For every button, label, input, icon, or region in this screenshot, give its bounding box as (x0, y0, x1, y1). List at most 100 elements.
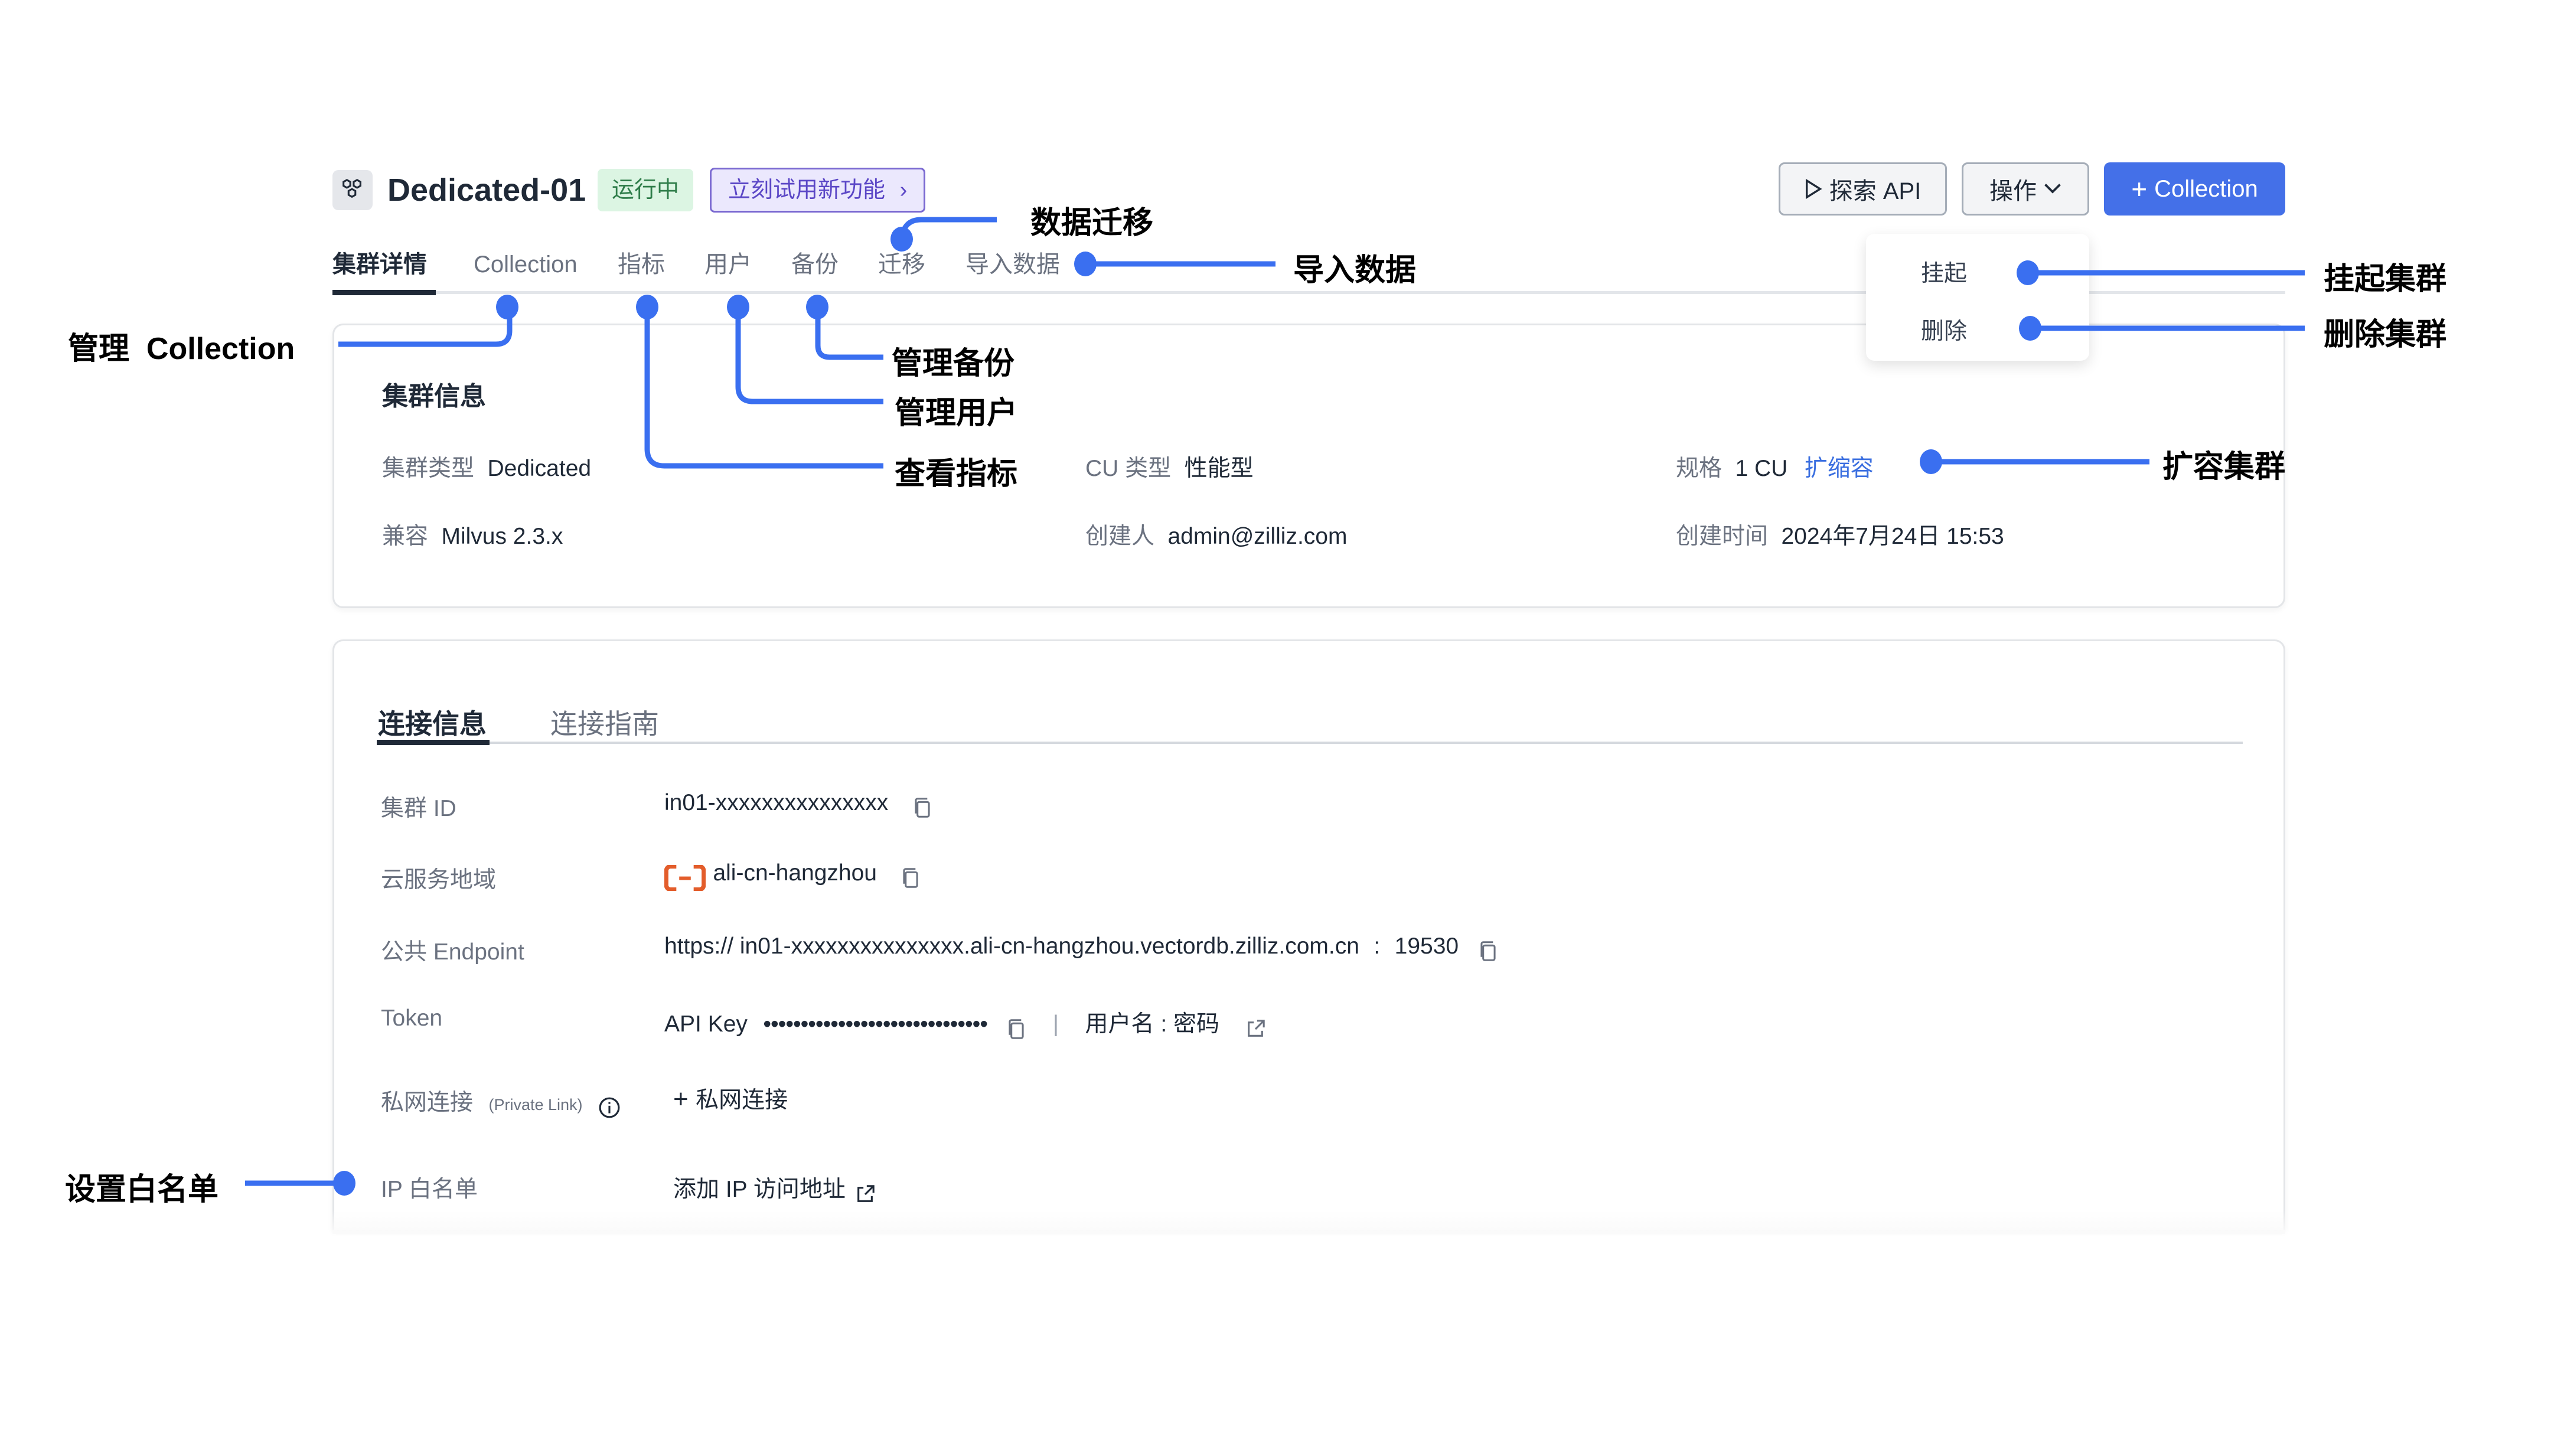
annotation-manage-collection: 管理 Collection (68, 332, 295, 366)
play-icon (1805, 179, 1822, 199)
annotation-view-metrics: 查看指标 (895, 457, 1018, 491)
field-value: Dedicated (487, 456, 592, 481)
private-link-label-group: 私网连接 (Private Link) (381, 1084, 621, 1119)
chevron-right-icon: › (899, 178, 908, 203)
try-new-feature-label: 立刻试用新功能 (728, 178, 886, 203)
field-value: 性能型 (1184, 456, 1254, 481)
endpoint-value: https:// in01-xxxxxxxxxxxxxxx.ali-cn-han… (664, 933, 1359, 959)
field-label: 兼容 (382, 524, 429, 549)
private-link-sublabel: (Private Link) (488, 1096, 583, 1114)
tab-collection[interactable]: Collection (474, 248, 578, 281)
annotation-manage-backup: 管理备份 (892, 347, 1015, 381)
external-link-icon (857, 1185, 875, 1202)
annotation-scale: 扩容集群 (2162, 450, 2286, 484)
cluster-id-row: in01-xxxxxxxxxxxxxxx (664, 790, 932, 818)
token-label: Token (381, 1006, 443, 1031)
actions-label: 操作 (1989, 178, 2037, 204)
region-label: 云服务地域 (381, 867, 497, 893)
annotation-import: 导入数据 (1293, 253, 1417, 288)
cluster-id-label: 集群 ID (381, 796, 456, 821)
region-value: ali-cn-hangzhou (713, 860, 877, 886)
region-row: ali-cn-hangzhou (664, 860, 921, 891)
copy-icon[interactable] (901, 867, 921, 889)
tab-users[interactable]: 用户 (704, 248, 752, 281)
field-label: 规格 (1676, 456, 1723, 481)
annotation-dot-backup (806, 295, 828, 319)
add-collection-button[interactable]: + Collection (2104, 162, 2285, 216)
scale-link[interactable]: 扩缩容 (1805, 456, 1874, 481)
annotation-dot-users (727, 295, 749, 319)
cluster-info-title: 集群信息 (382, 382, 486, 411)
private-link-label: 私网连接 (381, 1090, 474, 1115)
external-link-icon[interactable] (1245, 1019, 1265, 1039)
cluster-title: Dedicated-01 (387, 172, 586, 208)
explore-api-label: 探索 API (1829, 178, 1922, 204)
cluster-info-card (332, 324, 2285, 608)
tab-connection-guide[interactable]: 连接指南 (550, 703, 659, 742)
annotation-line-migrate (899, 217, 997, 240)
copy-icon[interactable] (1006, 1018, 1026, 1040)
field-value: admin@zilliz.com (1167, 524, 1348, 549)
aliyun-logo-icon (664, 864, 706, 891)
copy-icon[interactable] (912, 797, 932, 818)
plus-icon: + (673, 1085, 689, 1114)
api-key-label: API Key (664, 1011, 748, 1037)
annotation-migrate: 数据迁移 (1030, 206, 1154, 240)
add-ip-button[interactable]: 添加 IP 访问地址 (673, 1171, 875, 1204)
field-value: Milvus 2.3.x (441, 524, 563, 549)
user-pass-label[interactable]: 用户名 : 密码 (1085, 1011, 1219, 1037)
token-separator: | (1052, 1011, 1059, 1037)
field-cluster-type: 集群类型 Dedicated (382, 450, 591, 483)
annotation-dot-import (1074, 252, 1097, 276)
field-label: 创建时间 (1676, 524, 1769, 549)
field-compat: 兼容 Milvus 2.3.x (382, 518, 563, 551)
explore-api-button[interactable]: 探索 API (1779, 162, 1947, 216)
tab-connection-info[interactable]: 连接信息 (378, 703, 487, 742)
field-value: 1 CU (1735, 456, 1788, 481)
card-fade (332, 1210, 2285, 1234)
plus-icon: + (2131, 174, 2148, 204)
annotation-manage-users: 管理用户 (895, 396, 1018, 430)
annotation-suspend: 挂起集群 (2324, 262, 2447, 296)
field-label: CU 类型 (1085, 456, 1172, 481)
copy-icon[interactable] (1478, 941, 1498, 962)
tab-metrics[interactable]: 指标 (618, 248, 665, 281)
annotation-dot-collection (496, 295, 518, 319)
status-badge: 运行中 (598, 169, 694, 211)
actions-dropdown-button[interactable]: 操作 (1962, 162, 2089, 216)
try-new-feature-button[interactable]: 立刻试用新功能 › (710, 168, 926, 213)
field-cu-type: CU 类型 性能型 (1085, 450, 1254, 483)
field-created-at: 创建时间 2024年7月24日 15:53 (1676, 518, 2004, 551)
annotation-delete: 删除集群 (2324, 318, 2447, 352)
add-private-link-label: 私网连接 (696, 1088, 788, 1113)
add-ip-label: 添加 IP 访问地址 (673, 1177, 846, 1202)
field-label: 创建人 (1085, 524, 1155, 549)
tab-migration[interactable]: 迁移 (878, 248, 925, 281)
tab-import-data[interactable]: 导入数据 (965, 248, 1060, 281)
token-row: API Key •••••••••••••••••••••••••••••• |… (664, 1006, 1265, 1040)
annotation-dot-metrics (636, 295, 658, 319)
cluster-id-value: in01-xxxxxxxxxxxxxxx (664, 790, 889, 815)
ip-whitelist-label: IP 白名单 (381, 1177, 478, 1202)
api-key-masked: •••••••••••••••••••••••••••••• (763, 1011, 988, 1037)
info-icon[interactable] (598, 1096, 621, 1119)
field-value: 2024年7月24日 15:53 (1781, 524, 2004, 549)
endpoint-port-separator: : (1374, 933, 1381, 959)
add-private-link-button[interactable]: + 私网连接 (673, 1082, 788, 1115)
endpoint-port: 19530 (1394, 933, 1459, 959)
annotation-whitelist: 设置白名单 (65, 1173, 219, 1207)
field-creator: 创建人 admin@zilliz.com (1085, 518, 1347, 551)
chevron-down-icon (2044, 184, 2061, 194)
field-label: 集群类型 (382, 456, 475, 481)
active-tab-indicator (332, 290, 436, 295)
connection-tabs-divider (377, 742, 2243, 744)
field-spec: 规格 1 CU 扩缩容 (1676, 450, 1874, 483)
endpoint-row: https:// in01-xxxxxxxxxxxxxxx.ali-cn-han… (664, 933, 1498, 962)
tab-backup[interactable]: 备份 (791, 248, 839, 281)
menu-item-suspend[interactable]: 挂起 (1921, 255, 1967, 288)
actions-menu (1866, 234, 2089, 361)
tab-cluster-details[interactable]: 集群详情 (332, 248, 427, 281)
endpoint-label: 公共 Endpoint (381, 939, 524, 965)
add-collection-label: Collection (2154, 175, 2258, 202)
menu-item-delete[interactable]: 删除 (1921, 313, 1967, 346)
